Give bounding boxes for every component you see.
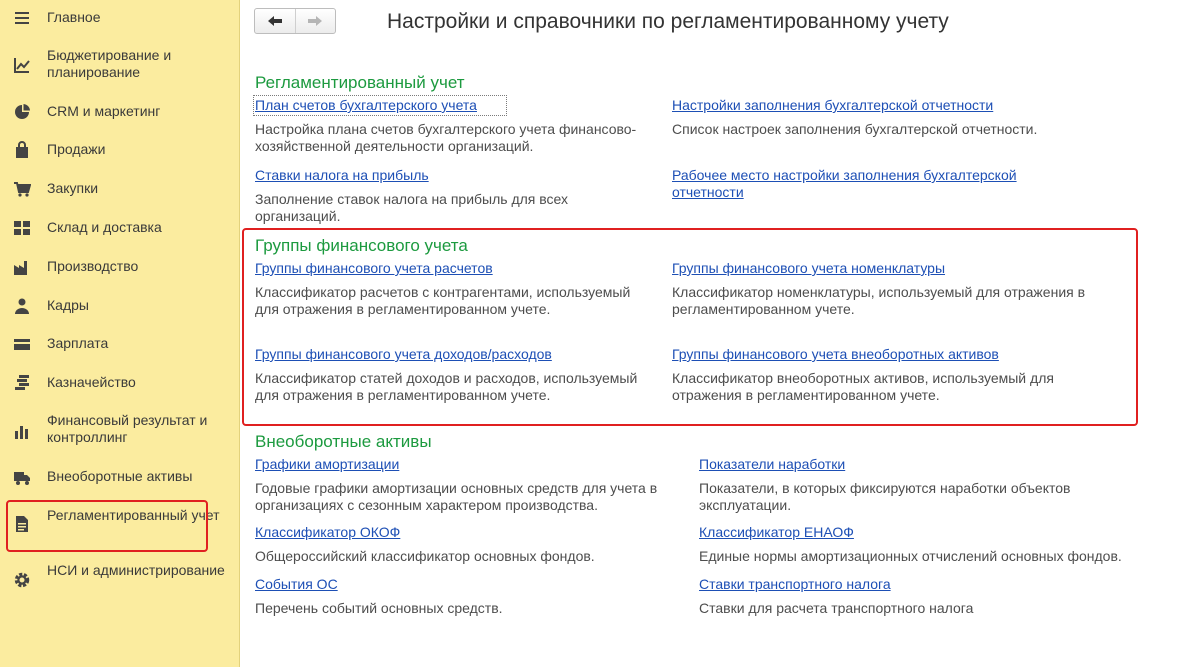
link-depreciation-schedules[interactable]: Графики амортизации	[255, 456, 675, 473]
link-enaof-classifier[interactable]: Классификатор ЕНАОФ	[699, 524, 1119, 541]
gear-icon	[13, 571, 31, 589]
sidebar-item-financial-result[interactable]: Финансовый результат и контроллинг	[0, 412, 238, 448]
active-item-highlight	[6, 500, 208, 552]
arrow-left-icon	[267, 16, 282, 26]
sidebar-item-label: Закупки	[47, 180, 99, 196]
shopping-cart-icon	[13, 180, 31, 198]
forward-button[interactable]	[294, 9, 336, 33]
trend-chart-icon	[13, 56, 31, 74]
link-noncurrent-asset-groups[interactable]: Группы финансового учета внеоборотных ак…	[672, 346, 1112, 363]
sidebar-item-admin[interactable]: НСИ и администрирование	[0, 562, 238, 598]
desc-income-expense-groups: Классификатор статей доходов и расходов,…	[255, 370, 638, 403]
coins-icon	[13, 374, 31, 392]
sidebar-item-label: Производство	[47, 258, 139, 274]
desc-profit-tax-rates: Заполнение ставок налога на прибыль для …	[255, 191, 569, 224]
sidebar-item-label: Склад и доставка	[47, 219, 162, 235]
back-button[interactable]	[255, 9, 295, 33]
link-reporting-workplace[interactable]: Рабочее место настройки заполнения бухга…	[672, 167, 1062, 201]
desc-operating-indicators: Показатели, в которых фиксируются нарабо…	[699, 480, 1071, 513]
card-icon	[13, 335, 31, 353]
sidebar-item-label: НСИ и администрирование	[47, 562, 225, 578]
sidebar-item-label: Кадры	[47, 297, 89, 313]
arrow-right-icon	[308, 16, 323, 26]
factory-icon	[13, 258, 31, 276]
sidebar-item-production[interactable]: Производство	[0, 258, 238, 278]
sidebar-item-label: CRM и маркетинг	[47, 103, 161, 119]
link-nomenclature-groups[interactable]: Группы финансового учета номенклатуры	[672, 260, 1112, 277]
sidebar-item-label: Зарплата	[47, 335, 109, 351]
desc-depreciation-schedules: Годовые графики амортизации основных сре…	[255, 480, 658, 513]
sidebar: Главное Бюджетирование и планирование CR…	[0, 0, 240, 667]
desc-nomenclature-groups: Классификатор номенклатуры, используемый…	[672, 284, 1086, 317]
section-title-regulated: Регламентированный учет	[255, 73, 465, 92]
sidebar-item-label: Бюджетирование и планирование	[47, 47, 172, 80]
link-okof-classifier[interactable]: Классификатор ОКОФ	[255, 524, 675, 541]
desc-okof-classifier: Общероссийский классификатор основных фо…	[255, 548, 595, 564]
desc-settlement-groups: Классификатор расчетов с контрагентами, …	[255, 284, 631, 317]
sidebar-item-label: Внеоборотные активы	[47, 468, 193, 484]
desc-transport-tax-rates: Ставки для расчета транспортного налога	[699, 600, 974, 616]
link-chart-of-accounts[interactable]: План счетов бухгалтерского учета	[253, 95, 507, 116]
page-title: Настройки и справочники по регламентиров…	[387, 10, 949, 33]
desc-enaof-classifier: Единые нормы амортизационных отчислений …	[699, 548, 1122, 564]
desc-reporting-settings: Список настроек заполнения бухгалтерской…	[672, 121, 1038, 137]
pie-chart-icon	[13, 103, 31, 121]
link-profit-tax-rates[interactable]: Ставки налога на прибыль	[255, 167, 650, 184]
sidebar-item-warehouse[interactable]: Склад и доставка	[0, 219, 238, 239]
link-fixed-asset-events[interactable]: События ОС	[255, 576, 675, 593]
sidebar-item-label: Финансовый результат и контроллинг	[47, 412, 208, 445]
menu-lines-icon	[13, 9, 31, 27]
link-operating-indicators[interactable]: Показатели наработки	[699, 456, 1119, 473]
person-icon	[13, 297, 31, 315]
link-transport-tax-rates[interactable]: Ставки транспортного налога	[699, 576, 1119, 593]
section-title-fixed-assets: Внеоборотные активы	[255, 432, 432, 451]
sidebar-item-hr[interactable]: Кадры	[0, 297, 238, 317]
section-title-financial-groups: Группы финансового учета	[255, 236, 468, 255]
sidebar-item-main[interactable]: Главное	[0, 9, 238, 29]
history-navigation	[254, 8, 336, 34]
sidebar-item-label: Продажи	[47, 141, 106, 157]
sidebar-item-treasury[interactable]: Казначейство	[0, 374, 238, 394]
desc-fixed-asset-events: Перечень событий основных средств.	[255, 600, 503, 616]
sidebar-item-budgeting[interactable]: Бюджетирование и планирование	[0, 47, 238, 83]
warehouse-grid-icon	[13, 219, 31, 237]
link-reporting-settings[interactable]: Настройки заполнения бухгалтерской отчет…	[672, 97, 1092, 114]
link-income-expense-groups[interactable]: Группы финансового учета доходов/расходо…	[255, 346, 650, 363]
sidebar-item-crm[interactable]: CRM и маркетинг	[0, 103, 238, 123]
bar-chart-icon	[13, 422, 31, 440]
sidebar-item-label: Главное	[47, 9, 101, 25]
link-settlement-groups[interactable]: Группы финансового учета расчетов	[255, 260, 650, 277]
sidebar-item-purchases[interactable]: Закупки	[0, 180, 238, 200]
desc-noncurrent-asset-groups: Классификатор внеоборотных активов, испо…	[672, 370, 1054, 403]
truck-icon	[13, 468, 31, 486]
sidebar-item-sales[interactable]: Продажи	[0, 141, 238, 161]
sidebar-item-label: Казначейство	[47, 374, 136, 390]
desc-chart-of-accounts: Настройка плана счетов бухгалтерского уч…	[255, 121, 637, 154]
shopping-bag-icon	[13, 141, 31, 159]
sidebar-item-salary[interactable]: Зарплата	[0, 335, 238, 355]
sidebar-item-fixed-assets[interactable]: Внеоборотные активы	[0, 468, 238, 488]
